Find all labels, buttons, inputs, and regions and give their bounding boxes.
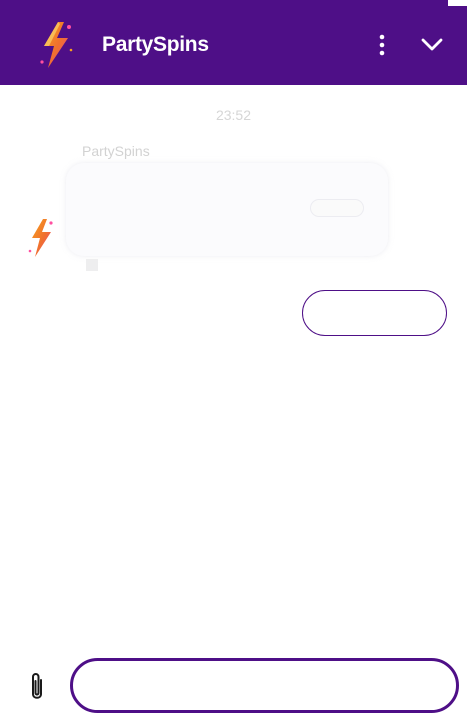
message-input[interactable] — [70, 658, 459, 713]
chat-header: PartySpins — [0, 0, 467, 85]
vertical-dots-icon[interactable] — [370, 33, 394, 57]
message-attachment[interactable] — [86, 259, 206, 273]
bot-avatar — [28, 219, 53, 257]
quick-reply-button[interactable] — [302, 290, 447, 336]
header-title: PartySpins — [102, 33, 209, 56]
message-timestamp: 23:52 — [215, 107, 252, 123]
bot-message-bubble — [66, 163, 388, 256]
file-icon — [86, 259, 98, 271]
lightning-bolt-icon — [40, 22, 73, 68]
sender-name: PartySpins — [82, 143, 150, 159]
chevron-down-icon[interactable] — [418, 33, 446, 57]
chat-widget: PartySpins 23:52 PartySpins — [0, 0, 467, 722]
paperclip-icon[interactable] — [24, 671, 50, 703]
bubble-inline-button[interactable] — [310, 199, 364, 217]
corner-notch — [448, 0, 467, 6]
